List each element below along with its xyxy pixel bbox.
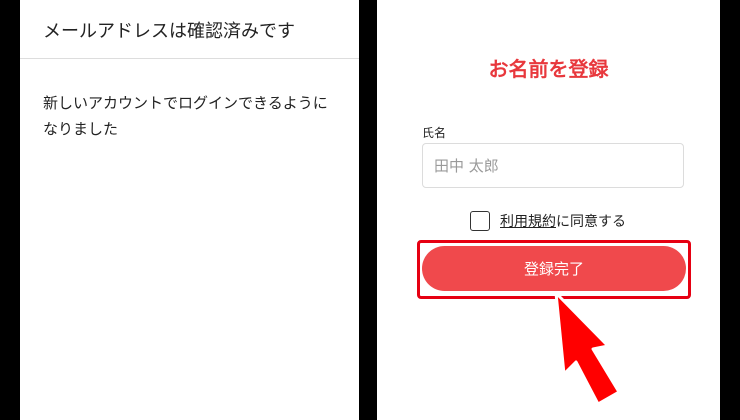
terms-agree-text: に同意する bbox=[556, 214, 626, 230]
page-title: お名前を登録 bbox=[488, 57, 609, 81]
terms-of-service-link[interactable]: 利用規約 bbox=[500, 211, 556, 231]
terms-checkbox[interactable] bbox=[470, 211, 490, 231]
email-verified-screen: メールアドレスは確認済みです 新しいアカウントでログインできるようになりました bbox=[20, 0, 359, 420]
complete-registration-button[interactable]: 登録完了 bbox=[422, 246, 686, 291]
header-divider bbox=[20, 58, 359, 59]
name-input[interactable] bbox=[422, 143, 684, 188]
email-verified-title: メールアドレスは確認済みです bbox=[43, 21, 295, 42]
name-field-label: 氏名 bbox=[422, 126, 447, 140]
arrow-shape bbox=[554, 291, 621, 406]
red-pointer-arrow-icon bbox=[554, 291, 621, 406]
terms-agreement-row: 利用規約 に同意する bbox=[470, 209, 626, 233]
login-available-message: 新しいアカウントでログインできるようになりました bbox=[43, 94, 328, 138]
name-registration-screen: お名前を登録 氏名 利用規約 に同意する 登録完了 bbox=[377, 0, 720, 420]
